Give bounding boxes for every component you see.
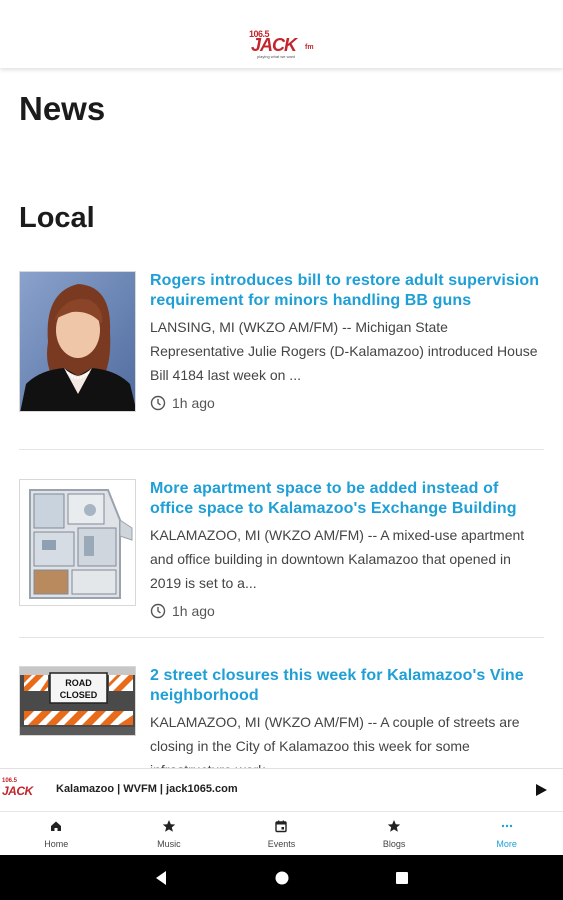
article-thumbnail[interactable] (19, 271, 136, 412)
logo-tagline: playing what we want (257, 54, 296, 59)
home-circle-icon[interactable] (272, 868, 292, 888)
article-item[interactable]: Rogers introduces bill to restore adult … (19, 271, 544, 451)
article-text: More apartment space to be added instead… (150, 479, 544, 619)
article-thumbnail[interactable] (19, 479, 136, 606)
article-headline[interactable]: More apartment space to be added instead… (150, 479, 544, 519)
star-icon (387, 820, 401, 832)
divider (19, 449, 544, 450)
article-headline[interactable]: 2 street closures this week for Kalamazo… (150, 666, 544, 706)
system-navigation-bar (0, 855, 563, 900)
portrait-photo (20, 272, 135, 411)
article-headline[interactable]: Rogers introduces bill to restore adult … (150, 271, 544, 311)
recents-icon[interactable] (392, 868, 412, 888)
article-item[interactable]: ROAD CLOSED 2 street closures this week … (19, 666, 544, 768)
back-icon[interactable] (151, 868, 171, 888)
news-feed[interactable]: News Local Rogers introduces bill to res (0, 68, 563, 768)
tab-blogs[interactable]: Blogs (338, 812, 451, 856)
sign-text-road: ROAD (65, 678, 92, 688)
tab-label: Home (44, 839, 69, 849)
article-time: 1h ago (172, 603, 215, 619)
divider (19, 637, 544, 638)
more-icon (501, 824, 512, 828)
app-header: 106.5 JACK fm playing what we want (0, 0, 563, 68)
tab-music[interactable]: Music (113, 812, 226, 856)
article-time: 1h ago (172, 395, 215, 411)
tab-label: More (496, 839, 517, 849)
section-title: Local (19, 202, 95, 234)
star-icon (162, 820, 176, 832)
tab-more[interactable]: More (450, 812, 563, 856)
station-logo[interactable]: 106.5 JACK fm playing what we want (247, 29, 319, 62)
clock-icon (150, 395, 166, 411)
logo-word: JACK (251, 35, 297, 55)
home-icon (51, 821, 62, 831)
article-excerpt: LANSING, MI (WKZO AM/FM) -- Michigan Sta… (150, 319, 538, 383)
article-timestamp: 1h ago (150, 395, 544, 411)
tab-label: Events (267, 839, 296, 849)
logo-suffix: fm (305, 44, 314, 51)
article-excerpt: KALAMAZOO, MI (WKZO AM/FM) -- A mixed-us… (150, 527, 525, 591)
tab-label: Blogs (382, 839, 406, 849)
mini-player[interactable]: 106.5 JACK Kalamazoo | WVFM | jack1065.c… (0, 768, 563, 812)
article-text: 2 street closures this week for Kalamazo… (150, 666, 544, 768)
page-title: News (19, 90, 106, 127)
player-logo-word: JACK (2, 784, 33, 798)
article-text: Rogers introduces bill to restore adult … (150, 271, 544, 411)
sign-text-closed: CLOSED (60, 690, 98, 700)
tab-home[interactable]: Home (0, 812, 113, 856)
player-station-name: Kalamazoo | WVFM | jack1065.com (56, 783, 238, 795)
article-item[interactable]: More apartment space to be added instead… (19, 479, 544, 649)
article-excerpt: KALAMAZOO, MI (WKZO AM/FM) -- A couple o… (150, 714, 520, 768)
calendar-icon (275, 820, 288, 833)
article-thumbnail[interactable]: ROAD CLOSED (19, 666, 136, 736)
article-timestamp: 1h ago (150, 603, 544, 619)
tab-events[interactable]: Events (225, 812, 338, 856)
bottom-tab-bar: Home Music Events Blogs More (0, 811, 563, 856)
player-station-logo: 106.5 JACK (0, 777, 46, 805)
floorplan-render (20, 480, 135, 605)
play-icon[interactable] (532, 781, 550, 799)
road-closed-sign: ROAD CLOSED (20, 667, 135, 735)
tab-label: Music (157, 839, 181, 849)
clock-icon (150, 603, 166, 619)
